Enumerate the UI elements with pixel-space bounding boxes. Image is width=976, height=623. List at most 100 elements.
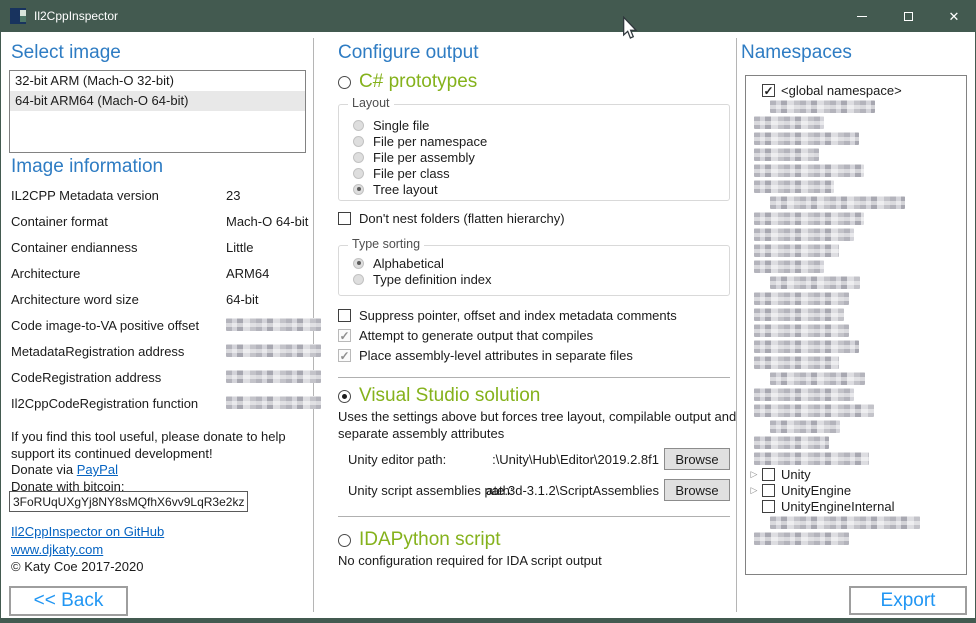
redacted-item (770, 276, 860, 289)
namespace-checkbox[interactable] (762, 500, 775, 513)
donate-line: support its continued development! (11, 446, 317, 463)
info-label: CodeRegistration address (11, 370, 161, 385)
checkbox-option[interactable]: ✓Attempt to generate output that compile… (338, 325, 677, 345)
unity-script-path-value[interactable]: ate.3d-3.1.2\ScriptAssemblies (471, 483, 659, 498)
redacted-item (754, 324, 849, 337)
namespace-row[interactable] (746, 162, 966, 178)
unity-editor-browse-button[interactable]: Browse (664, 448, 730, 470)
namespace-row[interactable] (746, 370, 966, 386)
radio-option[interactable]: File per assembly (353, 149, 729, 165)
info-row: Container endiannessLittle (11, 235, 311, 261)
unity-script-browse-button[interactable]: Browse (664, 479, 730, 501)
image-list-item[interactable]: 64-bit ARM64 (Mach-O 64-bit) (10, 91, 305, 111)
redacted-item (754, 164, 864, 177)
namespace-checkbox[interactable] (762, 468, 775, 481)
mouse-cursor (622, 16, 638, 40)
unity-editor-path-value[interactable]: :\Unity\Hub\Editor\2019.2.8f1 (471, 452, 659, 467)
namespace-row[interactable] (746, 98, 966, 114)
namespace-row[interactable] (746, 178, 966, 194)
redacted-item (754, 532, 849, 545)
idapython-radio[interactable]: IDAPython script (338, 529, 501, 551)
info-label: Code image-to-VA positive offset (11, 318, 199, 333)
namespace-row[interactable] (746, 274, 966, 290)
namespace-row[interactable] (746, 338, 966, 354)
namespace-row[interactable] (746, 450, 966, 466)
visual-studio-radio[interactable]: Visual Studio solution (338, 385, 540, 407)
redacted-value (226, 370, 321, 383)
maximize-button[interactable] (885, 0, 931, 32)
namespace-row[interactable] (746, 514, 966, 530)
checkbox-option[interactable]: ✓Place assembly-level attributes in sepa… (338, 345, 677, 365)
idapython-label: IDAPython script (359, 529, 501, 551)
namespace-list[interactable]: ✓<global namespace> ▷Unity▷UnityEngineUni… (745, 75, 967, 575)
namespace-row[interactable] (746, 226, 966, 242)
info-label: Architecture word size (11, 292, 139, 307)
export-button[interactable]: Export (849, 586, 967, 615)
namespace-row[interactable] (746, 114, 966, 130)
redacted-item (754, 388, 854, 401)
radio-option[interactable]: Tree layout (353, 181, 729, 197)
namespace-row[interactable] (746, 402, 966, 418)
namespace-row[interactable] (746, 386, 966, 402)
flatten-checkbox-option[interactable]: Don't nest folders (flatten hierarchy) (338, 208, 565, 228)
radio-icon (353, 274, 364, 285)
close-button[interactable]: ✕ (931, 0, 976, 32)
namespace-row[interactable] (746, 290, 966, 306)
namespace-row[interactable] (746, 418, 966, 434)
redacted-item (754, 212, 864, 225)
namespace-checkbox[interactable] (762, 484, 775, 497)
checkbox-option[interactable]: Suppress pointer, offset and index metad… (338, 305, 677, 325)
namespace-row[interactable]: ▷Unity (746, 466, 966, 482)
checkbox-icon (338, 309, 351, 322)
paypal-link[interactable]: PayPal (77, 462, 118, 477)
csharp-prototypes-radio[interactable]: C# prototypes (338, 71, 477, 93)
column-divider (736, 38, 737, 612)
namespace-row[interactable] (746, 434, 966, 450)
info-row: IL2CPP Metadata version23 (11, 183, 311, 209)
namespace-row[interactable] (746, 354, 966, 370)
namespace-checkbox[interactable]: ✓ (762, 84, 775, 97)
redacted-value (226, 396, 321, 409)
namespace-row[interactable] (746, 322, 966, 338)
radio-option[interactable]: File per class (353, 165, 729, 181)
radio-option[interactable]: Type definition index (353, 271, 729, 287)
namespace-row[interactable] (746, 130, 966, 146)
radio-icon (353, 168, 364, 179)
radio-option-label: File per namespace (373, 134, 487, 149)
namespace-row[interactable] (746, 306, 966, 322)
namespace-row[interactable] (746, 242, 966, 258)
website-link[interactable]: www.djkaty.com (11, 542, 103, 557)
redacted-item (754, 436, 829, 449)
radio-option[interactable]: Alphabetical (353, 255, 729, 271)
namespace-row[interactable] (746, 194, 966, 210)
image-list[interactable]: 32-bit ARM (Mach-O 32-bit)64-bit ARM64 (… (9, 70, 306, 153)
unity-editor-path-label: Unity editor path: (348, 452, 446, 467)
namespace-row[interactable]: ✓<global namespace> (746, 82, 966, 98)
expander-icon[interactable]: ▷ (746, 482, 762, 498)
namespace-row[interactable] (746, 530, 966, 546)
bitcoin-address-input[interactable] (9, 491, 248, 512)
namespace-row[interactable] (746, 146, 966, 162)
namespace-row[interactable]: UnityEngineInternal (746, 498, 966, 514)
info-row: Container formatMach-O 64-bit (11, 209, 311, 235)
info-label: Architecture (11, 266, 80, 281)
namespace-row[interactable] (746, 210, 966, 226)
github-link[interactable]: Il2CppInspector on GitHub (11, 524, 164, 539)
minimize-button[interactable] (839, 0, 885, 32)
namespace-row[interactable]: ▷UnityEngine (746, 482, 966, 498)
type-sorting-groupbox: Type sorting AlphabeticalType definition… (338, 245, 730, 296)
image-list-item[interactable]: 32-bit ARM (Mach-O 32-bit) (10, 71, 305, 91)
namespace-row[interactable] (746, 258, 966, 274)
image-information-heading: Image information (11, 156, 163, 178)
description-line: separate assembly attributes (338, 425, 738, 442)
redacted-item (754, 260, 824, 273)
redacted-item (754, 132, 859, 145)
expander-icon[interactable]: ▷ (746, 466, 762, 482)
back-button[interactable]: << Back (9, 586, 128, 616)
sorting-options: AlphabeticalType definition index (339, 246, 729, 287)
radio-option[interactable]: Single file (353, 117, 729, 133)
redacted-item (770, 372, 865, 385)
radio-option[interactable]: File per namespace (353, 133, 729, 149)
info-row: Architecture word size64-bit (11, 287, 311, 313)
maximize-icon (904, 12, 913, 21)
